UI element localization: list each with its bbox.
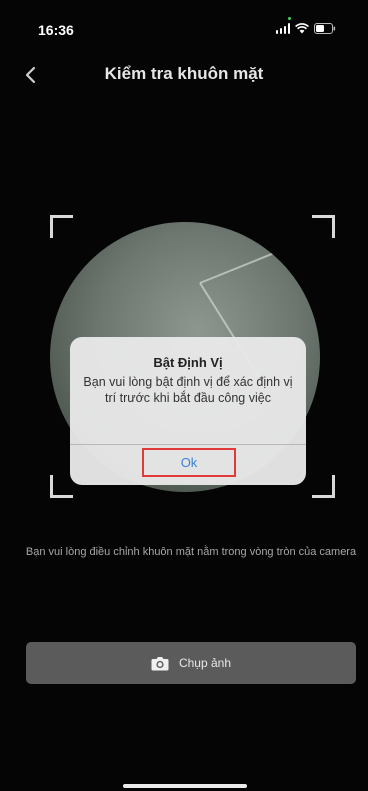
- privacy-indicator-dot: [288, 17, 291, 20]
- face-check-screen: 16:36 Kiểm tra khuôn mặt Bạn vui lòng đi…: [0, 0, 368, 791]
- status-time: 16:36: [38, 22, 74, 38]
- frame-corner-top-right: [312, 215, 335, 238]
- ok-button[interactable]: Ok: [142, 448, 236, 477]
- camera-hint-text: Bạn vui lòng điều chỉnh khuôn mặt nằm tr…: [25, 546, 357, 558]
- signal-icon: [275, 23, 290, 34]
- battery-icon: [314, 23, 336, 34]
- dialog-divider: [70, 444, 306, 445]
- capture-photo-label: Chụp ảnh: [178, 656, 232, 670]
- preview-wall-edge: [199, 229, 320, 284]
- location-alert-dialog: Bật Định Vị Bạn vui lòng bật định vị để …: [70, 337, 306, 485]
- home-indicator[interactable]: [123, 784, 247, 788]
- wifi-icon: [295, 23, 309, 34]
- dialog-title: Bật Định Vị: [153, 355, 223, 370]
- frame-corner-bottom-left: [50, 475, 73, 498]
- dialog-message: Bạn vui lòng bật định vị để xác định vị …: [83, 375, 293, 405]
- frame-corner-top-left: [50, 215, 73, 238]
- frame-corner-bottom-right: [312, 475, 335, 498]
- camera-icon: [151, 656, 169, 670]
- capture-photo-button[interactable]: Chụp ảnh: [26, 642, 356, 684]
- status-icons: [275, 23, 337, 34]
- page-title: Kiểm tra khuôn mặt: [104, 64, 264, 83]
